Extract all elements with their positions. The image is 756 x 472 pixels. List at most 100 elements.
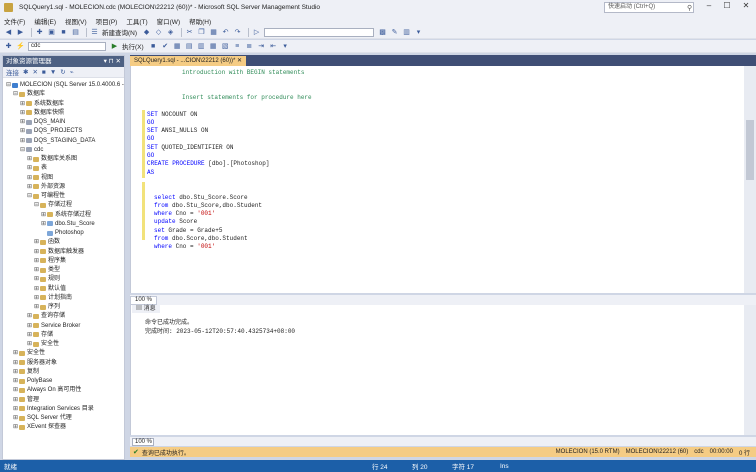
- xmla-icon[interactable]: ◈: [166, 28, 175, 37]
- properties-icon[interactable]: ▩: [378, 28, 387, 37]
- customize-icon[interactable]: ▾: [414, 28, 423, 37]
- paste-icon[interactable]: ▦: [209, 28, 218, 37]
- wrench-icon[interactable]: ✎: [390, 28, 399, 37]
- tree-node[interactable]: ⊟ 数据库: [13, 90, 45, 98]
- add-icon[interactable]: ✚: [4, 42, 13, 51]
- tree-node[interactable]: ⊞ PolyBase: [13, 377, 52, 385]
- save-icon[interactable]: ■: [59, 28, 68, 37]
- tree-node[interactable]: ⊞ 系统数据库: [20, 100, 64, 108]
- menu-project[interactable]: 项目(P): [96, 16, 118, 26]
- tree-node[interactable]: ⊞ Integration Services 目录: [13, 405, 94, 413]
- plan-icon[interactable]: ▦: [173, 42, 182, 51]
- indent-icon[interactable]: ⇥: [257, 42, 266, 51]
- copy-icon[interactable]: ❐: [197, 28, 206, 37]
- new-query-button[interactable]: 新建查询(N): [102, 27, 137, 37]
- disconnect-icon[interactable]: ✕: [32, 68, 37, 76]
- tree-node[interactable]: ⊞ 规则: [34, 275, 60, 283]
- maximize-button[interactable]: ☐: [718, 1, 736, 10]
- tree-node[interactable]: ⊞ 查询存储: [27, 312, 65, 320]
- uncomment-icon[interactable]: ≣: [245, 42, 254, 51]
- tree-node[interactable]: Photoshop: [41, 229, 84, 237]
- cut-icon[interactable]: ✂: [185, 28, 194, 37]
- execute-icon[interactable]: ▶: [110, 42, 119, 51]
- tree-node[interactable]: ⊞ XEvent 探查器: [13, 423, 66, 431]
- new-item-icon[interactable]: ✚: [35, 28, 44, 37]
- debug-icon[interactable]: ▷: [252, 28, 261, 37]
- tree-node[interactable]: ⊞ 数据库关系图: [27, 155, 77, 163]
- database-combo[interactable]: cdc: [28, 41, 106, 51]
- connect-explorer-icon[interactable]: ✱: [23, 68, 28, 76]
- parse-icon[interactable]: ✔: [161, 42, 170, 51]
- results-vertical-scrollbar[interactable]: [744, 305, 756, 435]
- tree-node[interactable]: ⊞ dbo.Stu_Score: [41, 220, 95, 228]
- tree-node[interactable]: ⊟ 存储过程: [34, 201, 72, 209]
- activity-monitor-icon[interactable]: ⌁: [70, 68, 74, 76]
- tree-node[interactable]: ⊞ 视图: [27, 174, 53, 182]
- menu-view[interactable]: 视图(V): [65, 16, 87, 26]
- tree-node[interactable]: ⊞ 复制: [13, 368, 39, 376]
- editor-scroll-thumb[interactable]: [746, 120, 754, 180]
- tree-node[interactable]: ⊞ 函数: [34, 238, 60, 246]
- tree-node[interactable]: ⊟MOLECION (SQL Server 15.0.4000.6 - MOLE…: [6, 81, 124, 89]
- tree-node[interactable]: ⊞ DQS_MAIN: [20, 118, 65, 126]
- tree-node[interactable]: ⊞ Service Broker: [27, 322, 80, 330]
- tree-node[interactable]: ⊞ Always On 高可用性: [13, 386, 81, 394]
- tree-node[interactable]: ⊟ 可编程性: [27, 192, 65, 200]
- connect-dropdown[interactable]: 连接: [6, 67, 19, 77]
- mdx-icon[interactable]: ◆: [142, 28, 151, 37]
- dmx-icon[interactable]: ◇: [154, 28, 163, 37]
- close-tab-icon[interactable]: ✕: [237, 58, 242, 64]
- menu-edit[interactable]: 编辑(E): [34, 16, 56, 26]
- execute-button[interactable]: 执行(X): [122, 41, 144, 51]
- editor-zoom-combo[interactable]: 100 %: [130, 295, 158, 305]
- tree-node[interactable]: ⊞ 系统存储过程: [41, 211, 91, 219]
- tree-node[interactable]: ⊞ DQS_PROJECTS: [20, 127, 82, 135]
- tree-node[interactable]: ⊞ 外部资源: [27, 183, 65, 191]
- minimize-button[interactable]: –: [700, 1, 718, 10]
- tree-node[interactable]: ⊞ 表: [27, 164, 47, 172]
- tree-node[interactable]: ⊞ 存储: [27, 331, 53, 339]
- stop-icon[interactable]: ■: [149, 42, 158, 51]
- tree-node[interactable]: ⊟ cdc: [20, 146, 43, 154]
- tree-node[interactable]: ⊞ 服务器对象: [13, 359, 57, 367]
- tree-node[interactable]: ⊞ 程序集: [34, 257, 66, 265]
- tree-node[interactable]: ⊞ 默认值: [34, 285, 66, 293]
- query-editor[interactable]: introduction with BEGIN statements Insert…: [130, 66, 744, 293]
- undo-icon[interactable]: ↶: [221, 28, 230, 37]
- new-query-icon[interactable]: ☰: [90, 28, 99, 37]
- results-text-icon[interactable]: ▥: [197, 42, 206, 51]
- tree-node[interactable]: ⊞ 类型: [34, 266, 60, 274]
- quick-launch-input[interactable]: 快速启动 (Ctrl+Q) ⚲: [604, 2, 694, 13]
- tree-node[interactable]: ⊞ 序列: [34, 303, 60, 311]
- outdent-icon[interactable]: ⇤: [269, 42, 278, 51]
- menu-file[interactable]: 文件(F): [4, 16, 25, 26]
- tree-node[interactable]: ⊞ 数据库触发器: [34, 248, 84, 256]
- find-combo[interactable]: [264, 27, 375, 37]
- query-options-icon[interactable]: ▤: [185, 42, 194, 51]
- filter-icon[interactable]: ▼: [50, 69, 56, 76]
- search-icon[interactable]: ⚲: [687, 4, 692, 13]
- redo-icon[interactable]: ↷: [233, 28, 242, 37]
- results-file-icon[interactable]: ▧: [221, 42, 230, 51]
- tab-sqlquery1[interactable]: SQLQuery1.sql - ...CION\22212 (60))* ✕: [130, 56, 247, 66]
- menu-help[interactable]: 帮助(H): [189, 16, 211, 26]
- save-all-icon[interactable]: ▤: [71, 28, 80, 37]
- menu-window[interactable]: 窗口(W): [157, 16, 180, 26]
- stop-icon[interactable]: ■: [42, 69, 46, 76]
- open-icon[interactable]: ▣: [47, 28, 56, 37]
- tree-node[interactable]: ⊞ 安全性: [27, 340, 59, 348]
- tree-node[interactable]: ⊞ SQL Server 代理: [13, 414, 72, 422]
- results-zoom-combo[interactable]: 100 %: [132, 437, 154, 446]
- forward-icon[interactable]: ▶: [16, 28, 25, 37]
- comment-icon[interactable]: ≡: [233, 42, 242, 51]
- tab-messages[interactable]: ▤ 消息: [132, 305, 160, 313]
- tree-node[interactable]: ⊞ 安全性: [13, 349, 45, 357]
- refresh-icon[interactable]: ↻: [60, 68, 65, 76]
- back-icon[interactable]: ◀: [4, 28, 13, 37]
- pin-icon[interactable]: ▾ ⊓ ✕: [104, 56, 121, 67]
- toolbox-icon[interactable]: ▥: [402, 28, 411, 37]
- results-grid-icon[interactable]: ▦: [209, 42, 218, 51]
- close-button[interactable]: ✕: [737, 1, 755, 10]
- connect-icon[interactable]: ⚡: [16, 42, 25, 51]
- tree-node[interactable]: ⊞ 数据库快照: [20, 109, 64, 117]
